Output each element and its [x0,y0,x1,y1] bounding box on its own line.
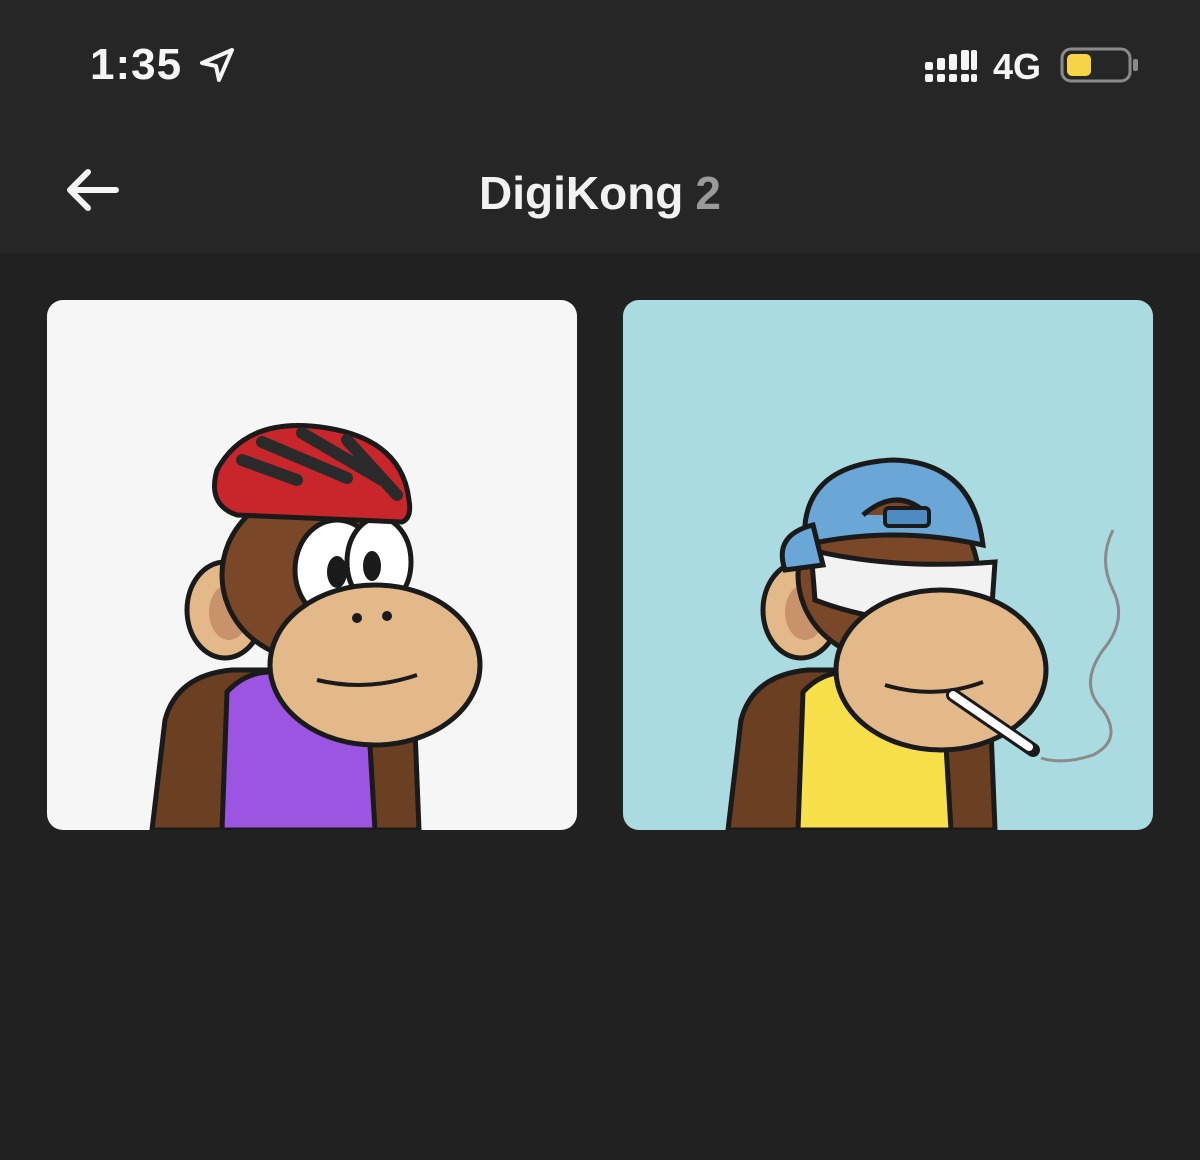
page-title: DigiKong 2 [0,166,1200,220]
collection-name: DigiKong [479,167,684,219]
nav-bar: DigiKong 2 [0,130,1200,253]
battery-icon [1060,47,1138,83]
nft-card-cap-monkey[interactable] [623,300,1153,830]
monkey-cap-image [725,457,1121,830]
monkey-helmet-image [149,423,483,830]
nft-card-helmet-monkey[interactable] [47,300,577,830]
cellular-signal-icon [925,50,977,82]
status-bar: 1:35 4G [0,0,1200,130]
network-type: 4G [993,46,1042,87]
item-count: 2 [695,167,721,219]
nft-grid [0,253,1200,1160]
location-arrow-icon [200,48,234,82]
clock-time: 1:35 [90,40,183,89]
